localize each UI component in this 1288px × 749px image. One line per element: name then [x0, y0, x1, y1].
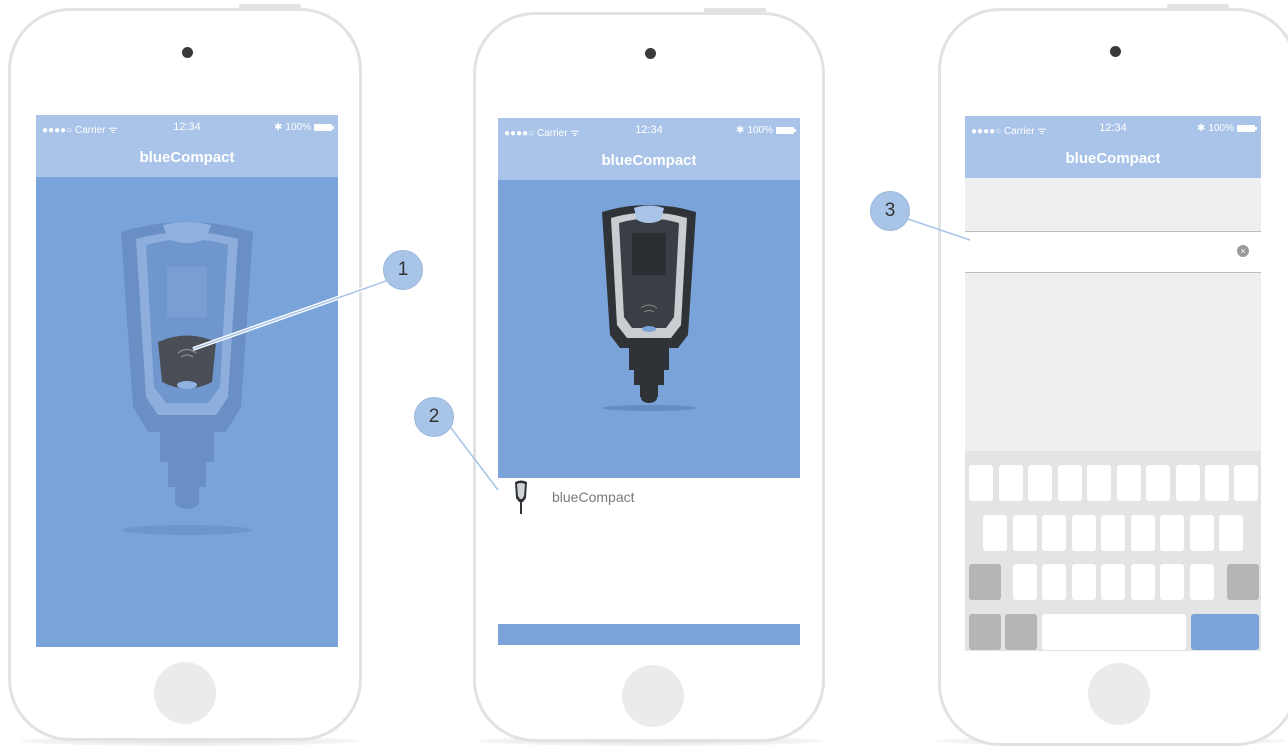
callout-badge-3: 3: [870, 191, 910, 231]
callout-badge-1: 1: [383, 250, 423, 290]
callout-badge-2: 2: [414, 397, 454, 437]
callout-lines: [192, 217, 971, 491]
